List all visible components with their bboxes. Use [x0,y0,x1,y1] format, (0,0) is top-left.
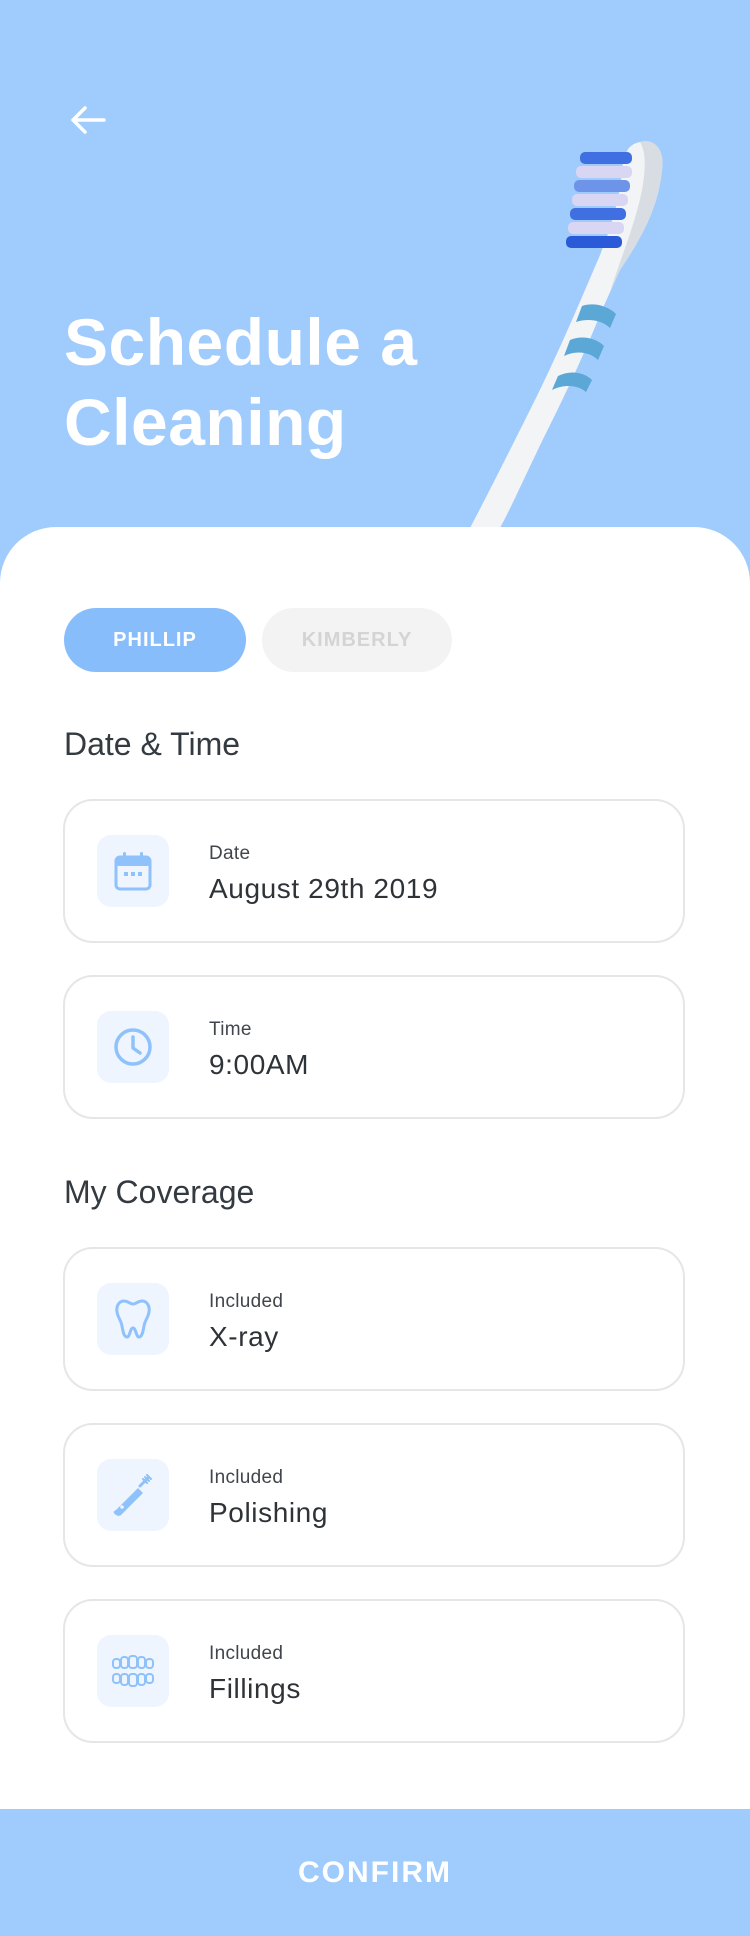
date-value: August 29th 2019 [209,873,439,904]
xray-icon-box [97,1283,169,1355]
polishing-label: Included [209,1467,284,1488]
time-icon-box [97,1011,169,1083]
fillings-value: Fillings [209,1673,301,1704]
calendar-icon [114,852,152,891]
polishing-value: Polishing [209,1497,329,1528]
teeth-icon [112,1655,154,1687]
time-value: 9:00AM [209,1049,310,1080]
arrow-left-icon [71,106,106,134]
coverage-card-fillings[interactable]: Included Fillings [63,1599,685,1743]
fillings-icon-box [97,1635,169,1707]
tooth-icon [115,1299,151,1339]
patient-chip-phillip[interactable]: PHILLIP [64,608,246,672]
date-label: Date [209,843,251,864]
date-icon-box [97,835,169,907]
clock-icon [114,1028,152,1066]
header: Schedule a Cleaning [0,0,750,560]
coverage-card-xray[interactable]: Included X-ray [63,1247,685,1391]
time-card[interactable]: Time 9:00AM [63,975,685,1119]
time-label: Time [209,1019,252,1040]
date-card[interactable]: Date August 29th 2019 [63,799,685,943]
fillings-label: Included [209,1643,284,1664]
back-button[interactable] [64,96,112,144]
coverage-heading: My Coverage [64,1174,255,1210]
patient-selector: PHILLIP KIMBERLY [64,608,452,672]
xray-value: X-ray [209,1321,279,1352]
content-sheet: PHILLIP KIMBERLY Date & Time Date August… [0,527,750,1809]
polishing-icon-box [97,1459,169,1531]
electric-toothbrush-icon [113,1474,152,1516]
patient-chip-kimberly[interactable]: KIMBERLY [262,608,452,672]
page-title: Schedule a Cleaning [64,305,418,459]
toothbrush-illustration [470,141,663,529]
date-time-heading: Date & Time [64,726,241,762]
xray-label: Included [209,1291,284,1312]
confirm-button[interactable]: CONFIRM [0,1809,750,1936]
coverage-card-polishing[interactable]: Included Polishing [63,1423,685,1567]
